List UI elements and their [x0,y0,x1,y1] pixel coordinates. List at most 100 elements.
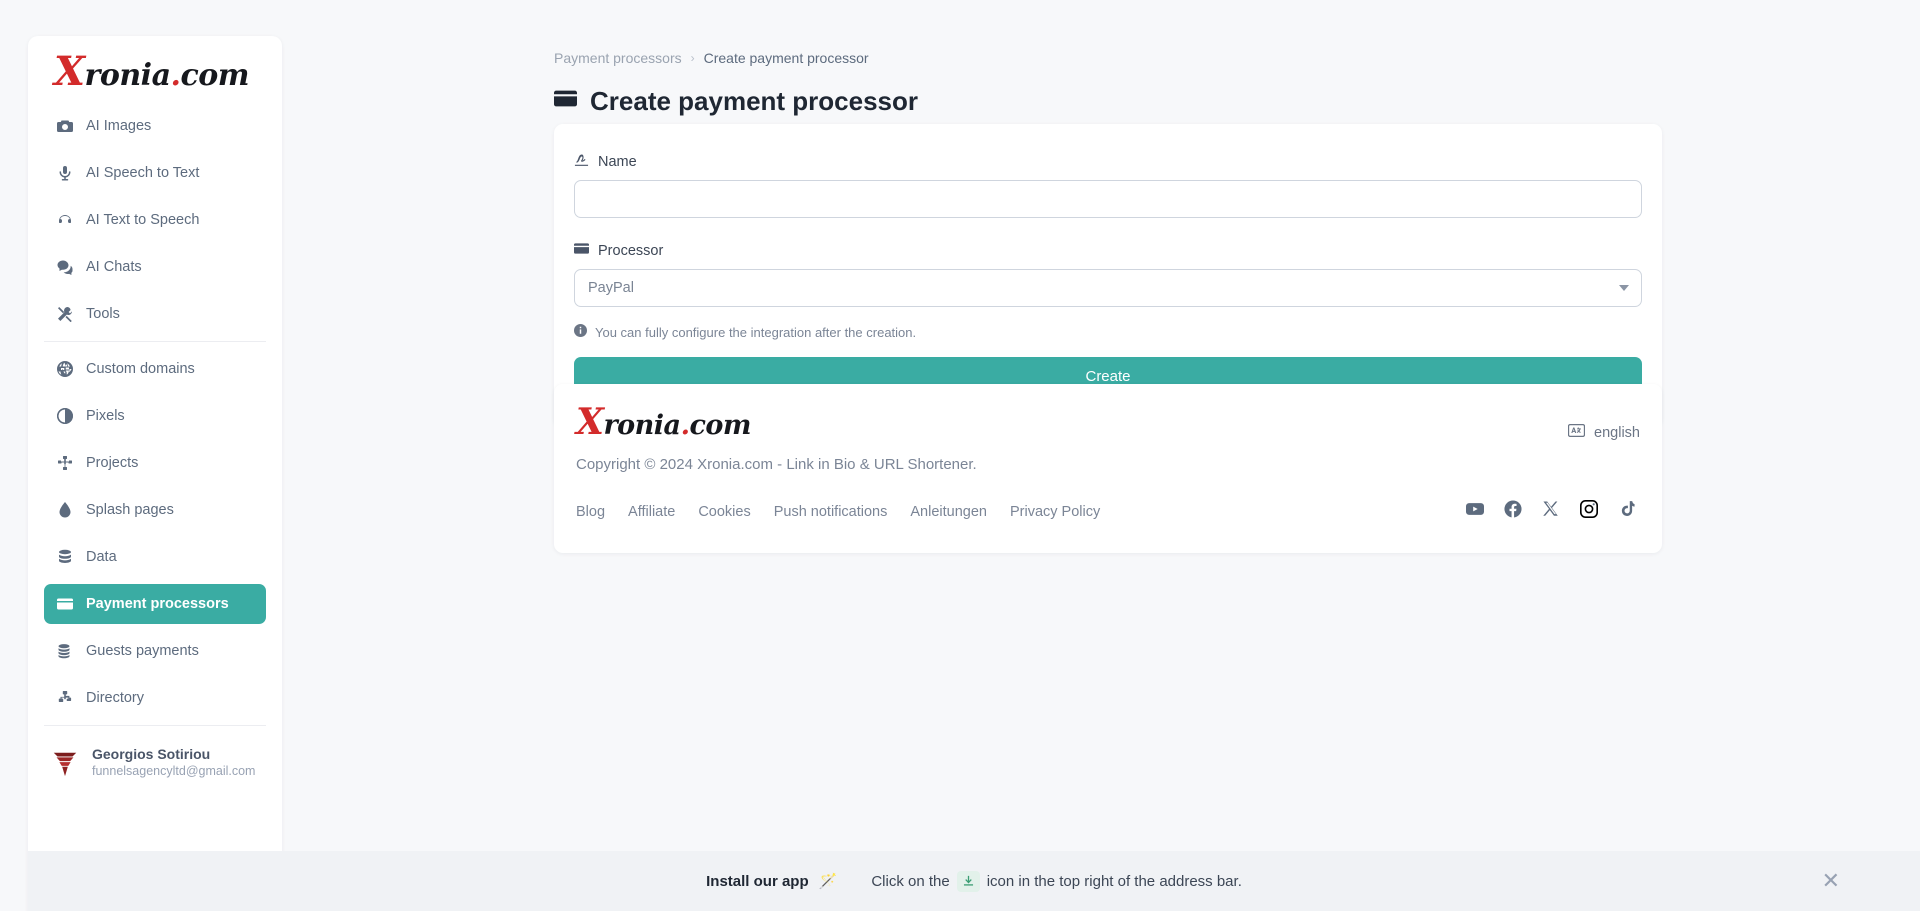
sidebar-divider-1 [44,341,266,342]
footer-card: Xronia.com english Copyright © 2024 Xron… [554,384,1662,553]
breadcrumb-current: Create payment processor [703,50,869,66]
sidebar-item-payment-processors[interactable]: Payment processors [44,584,266,624]
credit-card-icon [56,596,73,613]
tornado-avatar-icon [50,748,80,778]
translate-icon [1567,422,1586,443]
page-title: Create payment processor [282,66,1920,117]
youtube-icon[interactable] [1466,500,1484,523]
sidebar-item-pixels[interactable]: Pixels [44,396,266,436]
profile-email: funnelsagencyltd@gmail.com [92,764,256,778]
database-icon [56,549,73,566]
hierarchy-icon [56,690,73,707]
name-label-text: Name [598,153,637,170]
sidebar-item-guests-payments[interactable]: Guests payments [44,631,266,671]
brand-logo-tld: com [180,58,249,93]
tiktok-icon[interactable] [1618,500,1636,523]
globe-icon [56,361,73,378]
camera-ai-icon [56,118,73,135]
sidebar-item-ai-images[interactable]: AI Images [44,106,266,146]
sidebar-item-custom-domains[interactable]: Custom domains [44,349,266,389]
configure-hint: You can fully configure the integration … [574,324,1642,340]
droplet-icon [56,502,73,519]
profile-text: Georgios Sotiriou funnelsagencyltd@gmail… [92,745,255,780]
sidebar-item-data[interactable]: Data [44,537,266,577]
footer-copyright: Copyright © 2024 Xronia.com - Link in Bi… [576,456,977,473]
install-banner-inner: Install our app 🪄 Click on the icon in t… [706,870,1242,892]
footer-link-push-notifications[interactable]: Push notifications [774,504,888,520]
credit-card-icon [574,241,589,260]
main-content: Payment processors › Create payment proc… [282,0,1920,553]
microphone-icon [56,165,73,182]
footer-link-cookies[interactable]: Cookies [698,504,750,520]
contrast-circle-icon [56,408,73,425]
install-app-banner: Install our app 🪄 Click on the icon in t… [28,851,1920,911]
headphones-icon [56,212,73,229]
sidebar-item-label: AI Chats [86,259,142,275]
sidebar-item-label: Guests payments [86,643,199,659]
tools-icon [56,306,73,323]
footer-link-anleitungen[interactable]: Anleitungen [910,504,987,520]
profile-name: Georgios Sotiriou [92,746,211,762]
footer-link-privacy-policy[interactable]: Privacy Policy [1010,504,1100,520]
footer-top: Xronia.com english [576,404,1640,443]
chevron-right-icon: › [690,51,695,65]
footer-bottom: Blog Affiliate Cookies Push notification… [576,499,1640,523]
breadcrumb-parent[interactable]: Payment processors [554,50,682,66]
chat-bubbles-icon [56,259,73,276]
x-twitter-icon[interactable] [1542,500,1560,523]
sidebar-item-label: Splash pages [86,502,174,518]
install-banner-text-before: Click on the [871,872,950,890]
create-processor-card: Name Processor PayPal You can fully conf… [554,124,1662,427]
download-icon [956,870,980,892]
sidebar-nav: AI Images AI Speech to Text AI Text to S… [28,106,282,726]
sidebar-item-directory[interactable]: Directory [44,678,266,718]
breadcrumb: Payment processors › Create payment proc… [282,0,1920,66]
processor-label-text: Processor [598,242,664,259]
sidebar-item-label: AI Images [86,118,152,134]
sidebar-item-label: Payment processors [86,596,229,612]
sidebar-item-projects[interactable]: Projects [44,443,266,483]
brand-logo-main: ronia [84,58,171,93]
footer-logo-tld: com [689,410,751,441]
install-banner-text-after: icon in the top right of the address bar… [986,872,1242,890]
footer-link-blog[interactable]: Blog [576,504,605,520]
sidebar-item-label: AI Speech to Text [86,165,200,181]
sidebar-item-ai-speech-to-text[interactable]: AI Speech to Text [44,153,266,193]
signature-icon [574,152,589,171]
footer-logo-x: X [576,401,604,443]
footer-link-affiliate[interactable]: Affiliate [628,504,675,520]
brand-logo-dot: . [170,58,181,93]
coins-icon [56,643,73,660]
processor-field-label: Processor [574,241,1642,260]
processor-select-wrap: PayPal [574,269,1642,307]
footer-logo-main: ronia [603,410,681,441]
sidebar-item-ai-chats[interactable]: AI Chats [44,247,266,287]
credit-card-icon [554,86,577,117]
sidebar-profile[interactable]: Georgios Sotiriou funnelsagencyltd@gmail… [28,733,282,780]
sidebar-item-label: Data [86,549,117,565]
name-field-label: Name [574,152,1642,171]
processor-select[interactable]: PayPal [574,269,1642,307]
sidebar-item-tools[interactable]: Tools [44,294,266,334]
processor-select-value: PayPal [588,280,634,296]
close-icon[interactable]: ✕ [1822,870,1840,892]
brand-logo: Xronia.com [54,52,256,94]
footer-links: Blog Affiliate Cookies Push notification… [576,504,1100,520]
footer-socials [1466,499,1640,523]
sidebar-item-splash-pages[interactable]: Splash pages [44,490,266,530]
configure-hint-text: You can fully configure the integration … [595,324,917,340]
sitemap-icon [56,455,73,472]
sidebar-logo[interactable]: Xronia.com [28,36,282,99]
footer-brand-logo[interactable]: Xronia.com [576,404,751,441]
instagram-icon[interactable] [1579,499,1599,523]
sidebar-divider-2 [44,725,266,726]
sidebar-item-label: Pixels [86,408,125,424]
install-banner-instruction: Click on the icon in the top right of th… [871,870,1242,892]
name-input[interactable] [574,180,1642,218]
language-selector[interactable]: english [1567,410,1640,443]
sidebar-item-label: Directory [86,690,145,706]
sidebar-item-label: AI Text to Speech [86,212,200,228]
sidebar-item-ai-text-to-speech[interactable]: AI Text to Speech [44,200,266,240]
page-title-text: Create payment processor [590,86,919,116]
facebook-icon[interactable] [1504,500,1522,523]
